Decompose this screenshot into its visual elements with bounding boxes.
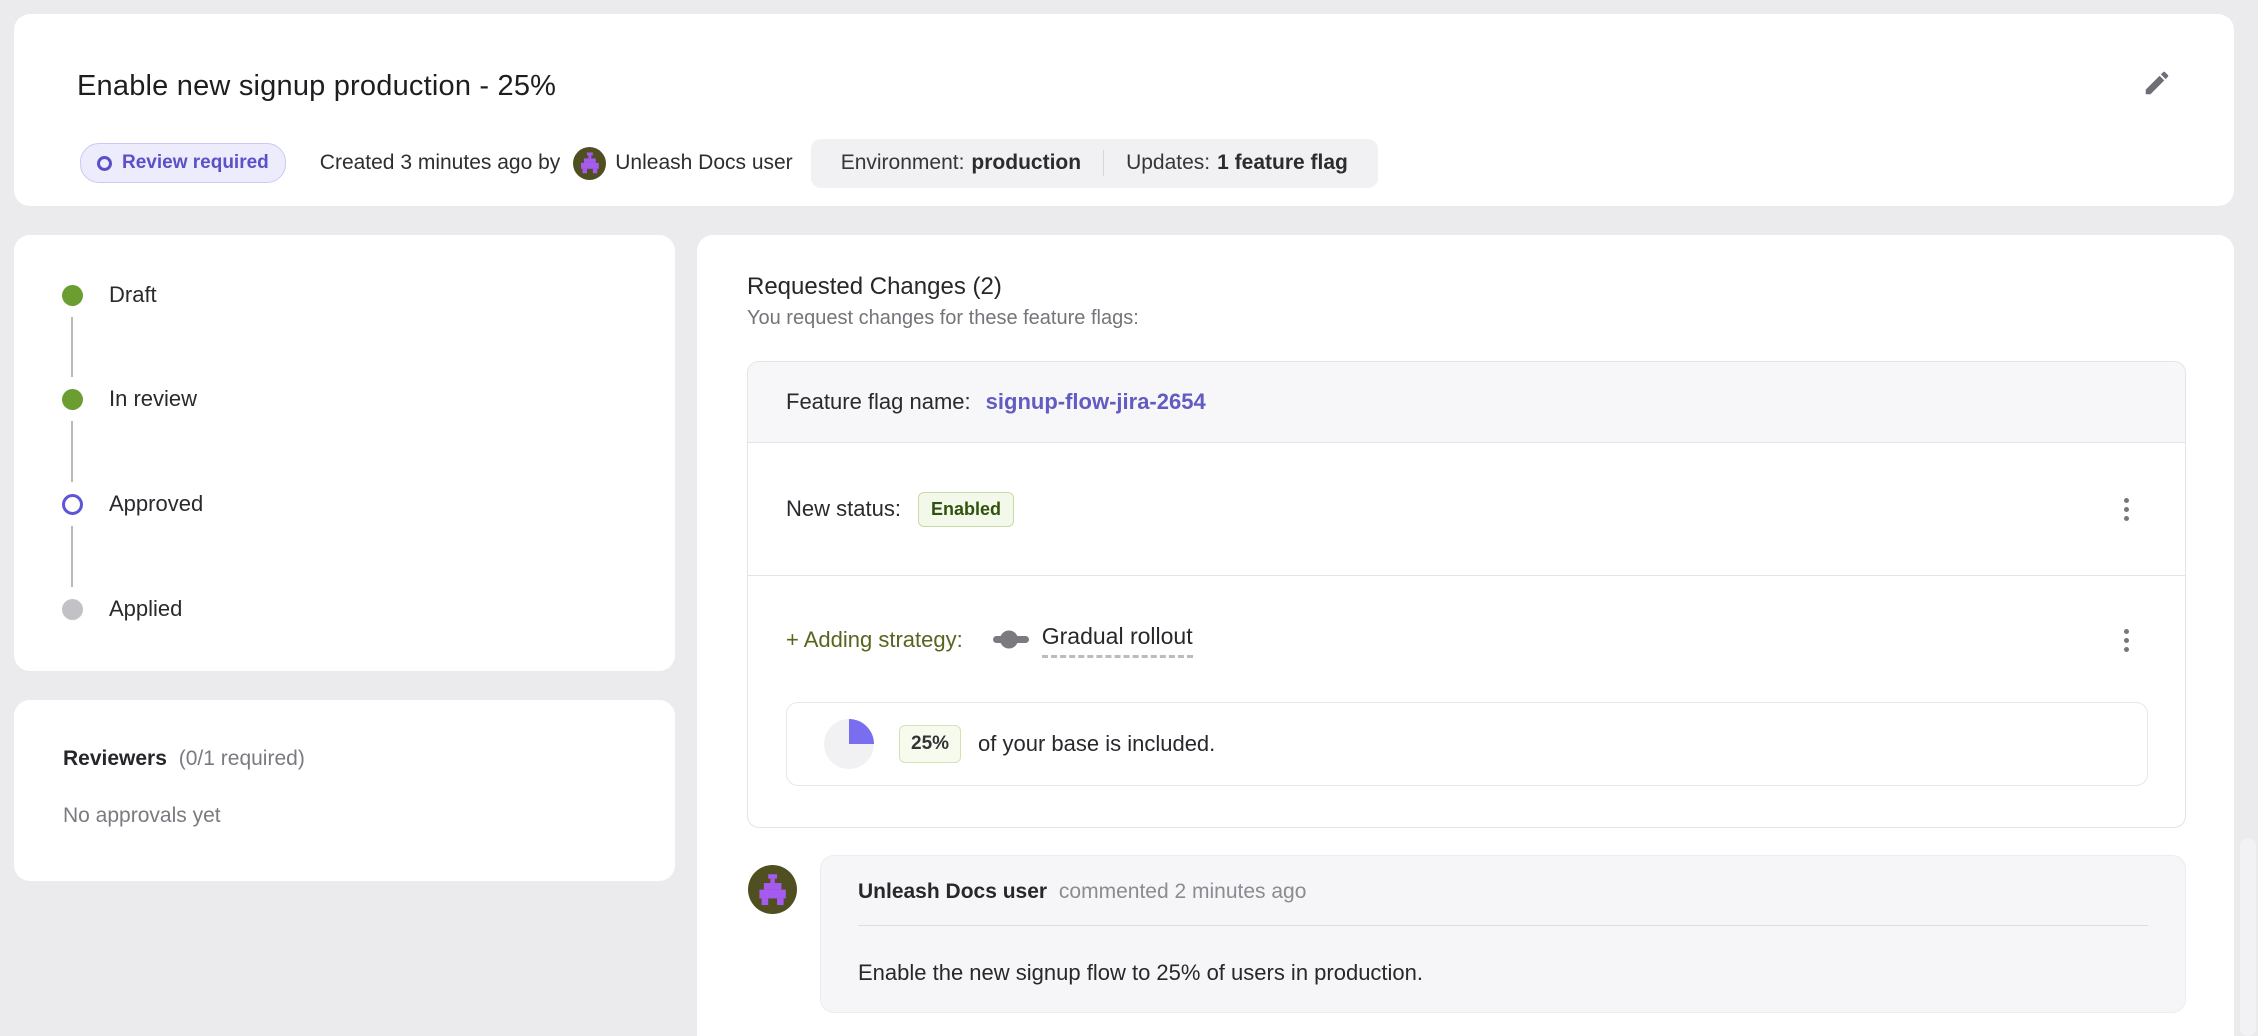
- reviewers-card: Reviewers (0/1 required) No approvals ye…: [14, 700, 675, 881]
- comment-avatar: [748, 865, 797, 914]
- changes-title: Requested Changes (2): [747, 273, 1002, 301]
- step-done-icon: [62, 285, 83, 306]
- rollout-slider-icon: [993, 630, 1029, 650]
- reviewers-requirement: (0/1 required): [179, 747, 305, 770]
- flag-name-link[interactable]: signup-flow-jira-2654: [986, 389, 1206, 415]
- author-name: Unleash Docs user: [615, 151, 792, 175]
- new-status-label: New status:: [786, 496, 901, 522]
- page-background: Enable new signup production - 25% Revie…: [0, 0, 2258, 1036]
- change-request-card: Feature flag name: signup-flow-jira-2654…: [747, 361, 2186, 828]
- header-card: Enable new signup production - 25% Revie…: [14, 14, 2234, 206]
- strategy-section: + Adding strategy: Gradual rollout 25% o…: [748, 576, 2185, 828]
- pencil-icon: [2142, 68, 2172, 98]
- kebab-icon: [2124, 629, 2129, 634]
- edit-button[interactable]: [2134, 60, 2180, 106]
- timeline-connector: [71, 526, 73, 587]
- environment-pill: Environment:production Updates:1 feature…: [811, 139, 1378, 188]
- environment-value: production: [971, 151, 1081, 174]
- kebab-icon: [2124, 498, 2129, 503]
- reviewers-empty-text: No approvals yet: [63, 804, 221, 828]
- timeline-step-label: Draft: [109, 282, 157, 308]
- robot-avatar-icon: [755, 872, 790, 907]
- author-avatar: [573, 147, 606, 180]
- changes-subtitle: You request changes for these feature fl…: [747, 307, 1139, 330]
- timeline-step-draft: Draft: [62, 274, 157, 316]
- strategy-name-link[interactable]: Gradual rollout: [1042, 623, 1193, 658]
- header-meta-row: Review required Created 3 minutes ago by…: [80, 138, 1378, 188]
- timeline-connector: [71, 421, 73, 482]
- flag-name-label: Feature flag name:: [786, 389, 971, 415]
- timeline-step-label: In review: [109, 386, 197, 412]
- updates-label: Updates:1 feature flag: [1126, 151, 1348, 175]
- rollout-summary-box: 25% of your base is included.: [786, 702, 2148, 786]
- timeline-step-label: Applied: [109, 596, 182, 622]
- review-required-icon: [97, 156, 112, 171]
- status-badge: Review required: [80, 143, 286, 183]
- timeline-card: Draft In review Approved Applied: [14, 235, 675, 671]
- status-menu-button[interactable]: [2105, 488, 2147, 530]
- vertical-scrollbar[interactable]: [2240, 838, 2256, 1036]
- reviewers-title-text: Reviewers: [63, 747, 167, 770]
- comment-meta: commented 2 minutes ago: [1059, 880, 1306, 903]
- adding-strategy-row: + Adding strategy: Gradual rollout: [748, 576, 2185, 704]
- adding-strategy-label: + Adding strategy:: [786, 627, 963, 653]
- comment-divider: [858, 925, 2148, 926]
- flag-header-row: Feature flag name: signup-flow-jira-2654: [748, 362, 2185, 443]
- comment-header: Unleash Docs user commented 2 minutes ag…: [858, 880, 1306, 904]
- timeline-step-approved: Approved: [62, 483, 203, 525]
- robot-avatar-icon: [578, 151, 602, 175]
- created-text: Created 3 minutes ago by: [320, 151, 560, 175]
- comment-author: Unleash Docs user: [858, 880, 1047, 903]
- pie-chart-icon: [824, 719, 874, 769]
- new-status-row: New status: Enabled: [748, 443, 2185, 576]
- comment-card: Unleash Docs user commented 2 minutes ag…: [820, 855, 2186, 1013]
- step-done-icon: [62, 389, 83, 410]
- rollout-description: of your base is included.: [978, 731, 1215, 757]
- rollout-percent-badge: 25%: [899, 725, 961, 763]
- pill-divider: [1103, 150, 1104, 176]
- environment-label: Environment:production: [841, 151, 1081, 175]
- status-badge-label: Review required: [122, 152, 269, 174]
- page-title: Enable new signup production - 25%: [77, 70, 556, 103]
- reviewers-title: Reviewers (0/1 required): [63, 747, 305, 771]
- changes-panel: Requested Changes (2) You request change…: [697, 235, 2234, 1036]
- timeline-step-applied: Applied: [62, 588, 182, 630]
- enabled-badge: Enabled: [918, 492, 1014, 527]
- step-pending-icon: [62, 599, 83, 620]
- timeline-step-label: Approved: [109, 491, 203, 517]
- step-current-icon: [62, 494, 83, 515]
- timeline-connector: [71, 317, 73, 377]
- strategy-menu-button[interactable]: [2105, 619, 2147, 661]
- comment-body: Enable the new signup flow to 25% of use…: [858, 960, 1423, 986]
- updates-value: 1 feature flag: [1217, 151, 1348, 174]
- timeline-step-in-review: In review: [62, 378, 197, 420]
